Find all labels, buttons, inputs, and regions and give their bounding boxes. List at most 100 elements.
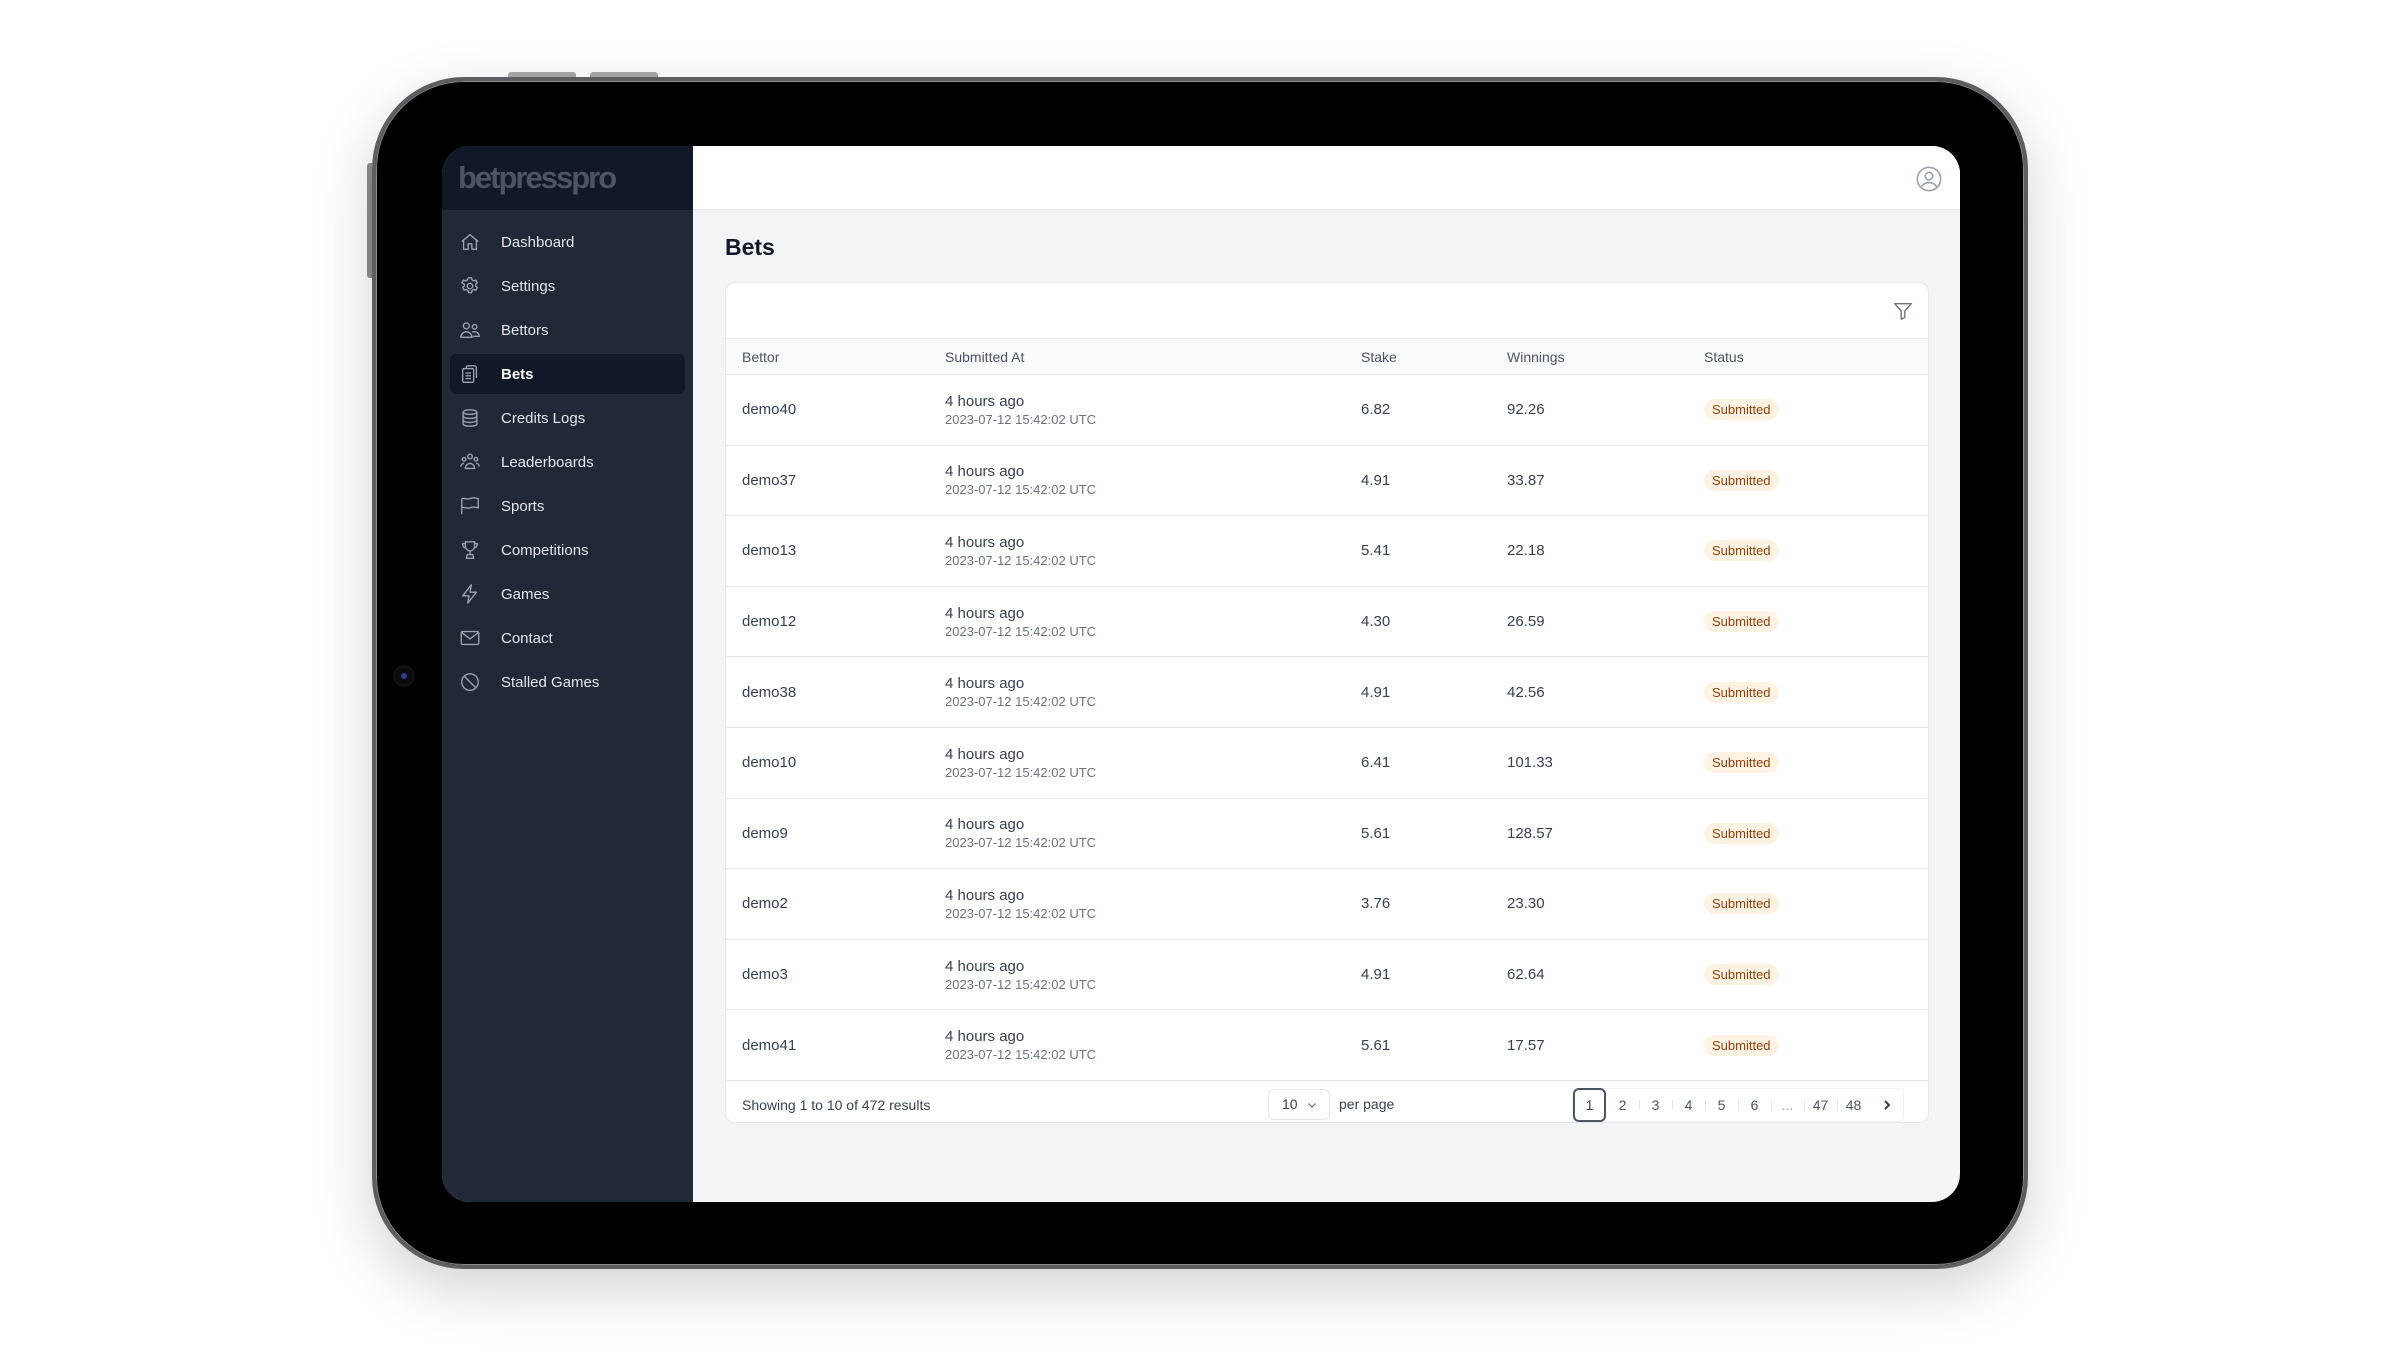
table-row[interactable]: demo38 4 hours ago 2023-07-12 15:42:02 UTC…	[726, 657, 1928, 728]
bettor-cell[interactable]: demo2	[726, 869, 929, 940]
page-button[interactable]: 6	[1738, 1088, 1771, 1122]
column-header-bettor[interactable]: Bettor	[726, 339, 929, 375]
table-row[interactable]: demo3 4 hours ago 2023-07-12 15:42:02 UTC 4…	[726, 939, 1928, 1010]
bettor-cell[interactable]: demo12	[726, 586, 929, 657]
submitted-timestamp: 2023-07-12 15:42:02 UTC	[945, 835, 1097, 851]
submitted-timestamp: 2023-07-12 15:42:02 UTC	[945, 623, 1097, 639]
submitted-timestamp: 2023-07-12 15:42:02 UTC	[945, 905, 1097, 921]
submitted-at-cell: 4 hours ago 2023-07-12 15:42:02 UTC	[929, 869, 1345, 940]
status-badge: Submitted	[1704, 893, 1779, 915]
sidebar-item-dashboard[interactable]: Dashboard	[450, 222, 685, 262]
bettor-cell[interactable]: demo38	[726, 657, 929, 728]
per-page-value: 10	[1282, 1096, 1298, 1113]
table-row[interactable]: demo41 4 hours ago 2023-07-12 15:42:02 UTC…	[726, 1010, 1928, 1081]
sidebar-item-stalled-games[interactable]: Stalled Games	[450, 662, 685, 702]
submitted-at-cell: 4 hours ago 2023-07-12 15:42:02 UTC	[929, 516, 1345, 587]
bettor-cell[interactable]: demo9	[726, 798, 929, 869]
winnings-cell: 17.57	[1507, 1036, 1545, 1054]
winnings-cell: 33.87	[1507, 471, 1545, 489]
per-page-select[interactable]: 10	[1268, 1088, 1330, 1120]
status-cell: Submitted	[1688, 727, 1928, 798]
status-badge: Submitted	[1704, 611, 1779, 633]
table-footer: Showing 1 to 10 of 472 results 10 per pa…	[726, 1081, 1928, 1122]
column-header-stake[interactable]: Stake	[1345, 339, 1491, 375]
status-cell: Submitted	[1688, 798, 1928, 869]
page-button[interactable]: 4	[1672, 1088, 1705, 1122]
page-button[interactable]: 3	[1639, 1088, 1672, 1122]
table-row[interactable]: demo2 4 hours ago 2023-07-12 15:42:02 UTC 3…	[726, 869, 1928, 940]
table-header-row: Bettor Submitted At Stake Winnings Statu…	[726, 338, 1928, 375]
clipboard-list-icon	[459, 363, 481, 385]
bettor-cell[interactable]: demo37	[726, 445, 929, 516]
column-header-submitted-at[interactable]: Submitted At	[929, 339, 1345, 375]
column-header-winnings[interactable]: Winnings	[1491, 339, 1688, 375]
sidebar-item-bettors[interactable]: Bettors	[450, 310, 685, 350]
status-badge: Submitted	[1704, 469, 1779, 491]
sidebar-item-label: Leaderboards	[501, 453, 594, 471]
sidebar-item-label: Games	[501, 585, 550, 603]
sidebar-item-contact[interactable]: Contact	[450, 618, 685, 658]
sidebar-item-leaderboards[interactable]: Leaderboards	[450, 442, 685, 482]
page-button[interactable]: 47	[1804, 1088, 1837, 1122]
submitted-at-cell: 4 hours ago 2023-07-12 15:42:02 UTC	[929, 939, 1345, 1010]
table-row[interactable]: demo37 4 hours ago 2023-07-12 15:42:02 UTC…	[726, 445, 1928, 516]
table-row[interactable]: demo12 4 hours ago 2023-07-12 15:42:02 UTC…	[726, 586, 1928, 657]
stake-cell: 6.41	[1361, 754, 1391, 772]
sidebar-item-label: Contact	[501, 629, 553, 647]
sidebar-item-competitions[interactable]: Competitions	[450, 530, 685, 570]
page-button[interactable]: 48	[1837, 1088, 1870, 1122]
sidebar-item-label: Competitions	[501, 541, 589, 559]
column-header-status[interactable]: Status	[1688, 339, 1928, 375]
trophy-icon	[459, 539, 481, 561]
page-button[interactable]: 1	[1573, 1087, 1606, 1122]
bettor-cell[interactable]: demo40	[726, 375, 929, 446]
submitted-timestamp: 2023-07-12 15:42:02 UTC	[945, 694, 1097, 710]
page-button[interactable]: 2	[1606, 1088, 1639, 1122]
sidebar-item-games[interactable]: Games	[450, 574, 685, 614]
gear-icon	[459, 275, 481, 297]
user-group-icon	[459, 451, 481, 473]
sidebar-item-bets[interactable]: Bets	[450, 354, 685, 394]
pagination-ellipsis: ...	[1771, 1088, 1804, 1122]
winnings-cell: 128.57	[1507, 824, 1553, 842]
flag-icon	[459, 495, 481, 517]
stake-cell: 4.91	[1361, 966, 1391, 984]
funnel-icon[interactable]	[1892, 300, 1914, 322]
sidebar-item-sports[interactable]: Sports	[450, 486, 685, 526]
bettor-cell[interactable]: demo41	[726, 1010, 929, 1081]
bettor-cell[interactable]: demo3	[726, 939, 929, 1010]
table-row[interactable]: demo40 4 hours ago 2023-07-12 15:42:02 UTC…	[726, 375, 1928, 446]
submitted-at-cell: 4 hours ago 2023-07-12 15:42:02 UTC	[929, 445, 1345, 516]
submitted-relative: 4 hours ago	[945, 816, 1025, 834]
stake-cell: 5.61	[1361, 1036, 1391, 1054]
table-row[interactable]: demo13 4 hours ago 2023-07-12 15:42:02 UTC…	[726, 516, 1928, 587]
submitted-timestamp: 2023-07-12 15:42:02 UTC	[945, 411, 1097, 427]
sidebar-item-label: Settings	[501, 277, 556, 295]
status-cell: Submitted	[1688, 375, 1928, 446]
page-title: Bets	[725, 234, 775, 260]
sidebar-item-settings[interactable]: Settings	[450, 266, 685, 306]
table-row[interactable]: demo9 4 hours ago 2023-07-12 15:42:02 UTC 5…	[726, 798, 1928, 869]
submitted-relative: 4 hours ago	[945, 533, 1025, 551]
submitted-at-cell: 4 hours ago 2023-07-12 15:42:02 UTC	[929, 375, 1345, 446]
submitted-relative: 4 hours ago	[945, 745, 1025, 763]
next-page-button[interactable]	[1870, 1088, 1903, 1122]
submitted-timestamp: 2023-07-12 15:42:02 UTC	[945, 1047, 1097, 1063]
status-badge: Submitted	[1704, 540, 1779, 562]
submitted-at-cell: 4 hours ago 2023-07-12 15:42:02 UTC	[929, 586, 1345, 657]
table-row[interactable]: demo10 4 hours ago 2023-07-12 15:42:02 UTC…	[726, 727, 1928, 799]
status-badge: Submitted	[1704, 752, 1779, 774]
bets-table-card: Bettor Submitted At Stake Winnings Statu…	[725, 282, 1929, 1123]
sidebar-item-label: Stalled Games	[501, 673, 600, 691]
status-badge: Submitted	[1704, 681, 1779, 703]
sidebar-item-credits-logs[interactable]: Credits Logs	[450, 398, 685, 438]
submitted-at-cell: 4 hours ago 2023-07-12 15:42:02 UTC	[929, 798, 1345, 869]
database-icon	[459, 407, 481, 429]
bettor-cell[interactable]: demo10	[726, 727, 929, 798]
bettor-cell[interactable]: demo13	[726, 516, 929, 587]
app-logo[interactable]: betpresspro	[458, 160, 617, 196]
logo-bar: betpresspro	[442, 146, 693, 210]
user-circle-icon[interactable]	[1915, 165, 1943, 193]
page-button[interactable]: 5	[1705, 1088, 1738, 1122]
submitted-at-cell: 4 hours ago 2023-07-12 15:42:02 UTC	[929, 1010, 1345, 1081]
